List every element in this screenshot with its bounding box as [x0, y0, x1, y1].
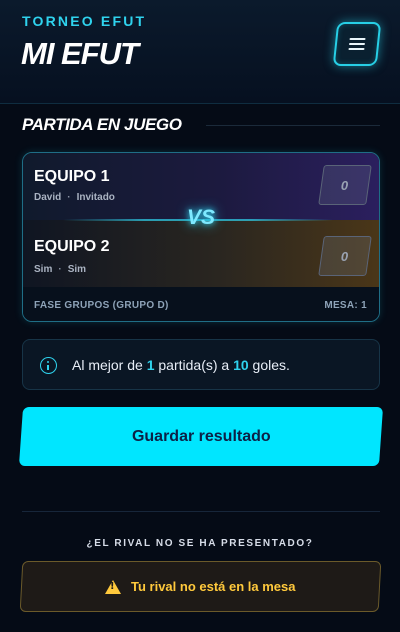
rival-absent-content: Tu rival no está en la mesa [105, 579, 296, 594]
save-result-button[interactable]: Guardar resultado [18, 407, 384, 466]
match-phase: FASE GRUPOS (GRUPO D) [34, 300, 169, 311]
info-icon [40, 357, 57, 374]
vs-label: VS [187, 206, 216, 229]
rival-absent-button[interactable]: Tu rival no está en la mesa [19, 561, 382, 612]
team-1-score-input[interactable]: 0 [318, 165, 372, 205]
section-title: PARTIDA EN JUEGO [22, 115, 182, 134]
rules-match-count: 1 [146, 357, 155, 373]
team-1-player-2: Invitado [76, 192, 115, 203]
player-separator: · [58, 264, 62, 275]
save-result-label: Guardar resultado [131, 427, 271, 445]
warning-icon [105, 579, 122, 594]
team-1-name: EQUIPO 1 [34, 168, 110, 185]
match-rules-info: Al mejor de 1 partida(s) a 10 goles. [22, 339, 380, 390]
team-1-player-1: David [34, 192, 62, 203]
player-separator: · [67, 192, 71, 203]
team-2-player-2: Sim [67, 264, 87, 275]
rules-prefix: Al mejor de [72, 357, 147, 373]
team-2-score-input[interactable]: 0 [318, 236, 372, 276]
section-separator [22, 511, 380, 512]
team-row-2: EQUIPO 2 Sim · Sim 0 [23, 220, 379, 287]
app-header: TORNEO EFUT MI EFUT [0, 0, 400, 104]
team-2-player-1: Sim [34, 264, 53, 275]
team-2-score-value: 0 [341, 248, 349, 264]
match-card-footer: FASE GRUPOS (GRUPO D) MESA: 1 [23, 287, 379, 321]
brand-title: MI EFUT [21, 36, 139, 71]
rival-absent-label: Tu rival no está en la mesa [131, 579, 296, 594]
menu-button[interactable] [332, 22, 382, 66]
team-1-players: David · Invitado [34, 192, 115, 203]
team-2-players: Sim · Sim [34, 264, 86, 275]
match-card: EQUIPO 1 David · Invitado 0 EQUIPO 2 Sim · S… [22, 152, 380, 322]
rules-goal-count: 10 [233, 357, 249, 373]
rules-suffix: goles. [248, 357, 290, 373]
section-divider [206, 125, 380, 126]
brand-subtitle: TORNEO EFUT [22, 13, 147, 29]
rules-middle: partida(s) a [154, 357, 234, 373]
match-rules-text: Al mejor de 1 partida(s) a 10 goles. [72, 357, 290, 373]
hamburger-menu-icon [348, 38, 366, 50]
rival-question: ¿EL RIVAL NO SE HA PRESENTADO? [86, 538, 314, 549]
match-table: MESA: 1 [324, 300, 367, 311]
team-1-score-value: 0 [341, 177, 349, 193]
team-2-name: EQUIPO 2 [34, 238, 110, 255]
